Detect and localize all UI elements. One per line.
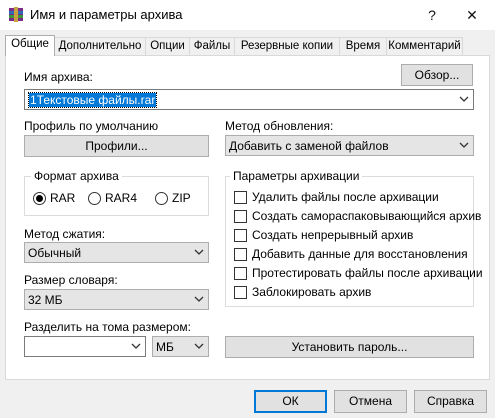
- tab-comment[interactable]: Комментарий: [386, 37, 463, 55]
- chevron-down-icon[interactable]: [193, 246, 205, 258]
- browse-button[interactable]: Обзор...: [401, 64, 473, 86]
- chevron-down-icon[interactable]: [193, 340, 205, 352]
- set-password-button[interactable]: Установить пароль...: [225, 336, 474, 358]
- compression-label: Метод сжатия:: [24, 227, 106, 241]
- radio-dot: [36, 195, 43, 202]
- tab-general[interactable]: Общие: [5, 35, 55, 56]
- winrar-icon: [9, 7, 23, 22]
- archive-options-group: Параметры архивации Удалить файлы после …: [225, 169, 483, 307]
- archive-format-title: Формат архива: [31, 169, 122, 183]
- compression-select[interactable]: Обычный: [24, 242, 209, 263]
- compression-value: Обычный: [28, 246, 82, 260]
- checkbox-test-label[interactable]: Протестировать файлы после архивации: [252, 266, 483, 280]
- checkbox-test[interactable]: [234, 267, 247, 280]
- update-method-value: Добавить с заменой файлов: [229, 139, 389, 153]
- split-label: Разделить на тома размером:: [24, 320, 191, 334]
- update-method-select[interactable]: Добавить с заменой файлов: [225, 135, 474, 156]
- dictionary-label: Размер словаря:: [24, 273, 118, 287]
- update-method-label: Метод обновления:: [225, 119, 334, 133]
- checkbox-recovery[interactable]: [234, 248, 247, 261]
- title-bar: Имя и параметры архива ? ✕: [0, 0, 495, 30]
- radio-rar[interactable]: [33, 192, 46, 205]
- archive-name-label: Имя архива:: [24, 70, 93, 84]
- chevron-down-icon[interactable]: [130, 340, 142, 352]
- radio-zip-label[interactable]: ZIP: [172, 191, 191, 205]
- help-footer-button[interactable]: Справка: [414, 390, 487, 413]
- chevron-down-icon[interactable]: [458, 93, 470, 105]
- checkbox-sfx[interactable]: [234, 210, 247, 223]
- split-unit-select[interactable]: МБ: [152, 336, 209, 357]
- dictionary-select[interactable]: 32 МБ: [24, 289, 209, 310]
- archive-format-group: Формат архива RAR RAR4 ZIP: [24, 169, 209, 216]
- help-button[interactable]: ?: [412, 0, 452, 30]
- radio-rar4-label[interactable]: RAR4: [105, 191, 137, 205]
- chevron-down-icon[interactable]: [193, 293, 205, 305]
- tab-files[interactable]: Файлы: [189, 37, 235, 55]
- checkbox-solid[interactable]: [234, 229, 247, 242]
- checkbox-recovery-label[interactable]: Добавить данные для восстановления: [252, 247, 468, 261]
- archive-name-value[interactable]: 1Текстовые файлы.rar: [27, 92, 158, 108]
- tab-advanced[interactable]: Дополнительно: [54, 37, 146, 55]
- radio-rar-label[interactable]: RAR: [50, 191, 75, 205]
- profile-label: Профиль по умолчанию: [24, 119, 159, 133]
- general-panel: Имя архива: Обзор... 1Текстовые файлы.ra…: [5, 55, 490, 380]
- split-unit-value: МБ: [156, 340, 174, 354]
- checkbox-lock[interactable]: [234, 286, 247, 299]
- checkbox-sfx-label[interactable]: Создать самораспаковывающийся архив: [252, 209, 481, 223]
- tab-time[interactable]: Время: [339, 37, 387, 55]
- dictionary-value: 32 МБ: [28, 293, 63, 307]
- checkbox-delete-files[interactable]: [234, 191, 247, 204]
- radio-rar4[interactable]: [88, 192, 101, 205]
- checkbox-solid-label[interactable]: Создать непрерывный архив: [252, 228, 413, 242]
- split-size-combo[interactable]: [24, 336, 146, 357]
- close-button[interactable]: ✕: [452, 0, 492, 30]
- radio-zip[interactable]: [155, 192, 168, 205]
- tab-options[interactable]: Опции: [145, 37, 190, 55]
- checkbox-lock-label[interactable]: Заблокировать архив: [252, 285, 371, 299]
- cancel-button[interactable]: Отмена: [334, 390, 407, 413]
- archive-name-combo[interactable]: 1Текстовые файлы.rar: [24, 89, 474, 110]
- ok-button[interactable]: ОК: [254, 390, 327, 413]
- archive-options-title: Параметры архивации: [230, 169, 363, 183]
- window-title: Имя и параметры архива: [30, 7, 183, 22]
- tab-backup[interactable]: Резервные копии: [234, 37, 340, 55]
- chevron-down-icon[interactable]: [458, 139, 470, 151]
- profiles-button[interactable]: Профили...: [24, 135, 209, 157]
- checkbox-delete-files-label[interactable]: Удалить файлы после архивации: [252, 190, 439, 204]
